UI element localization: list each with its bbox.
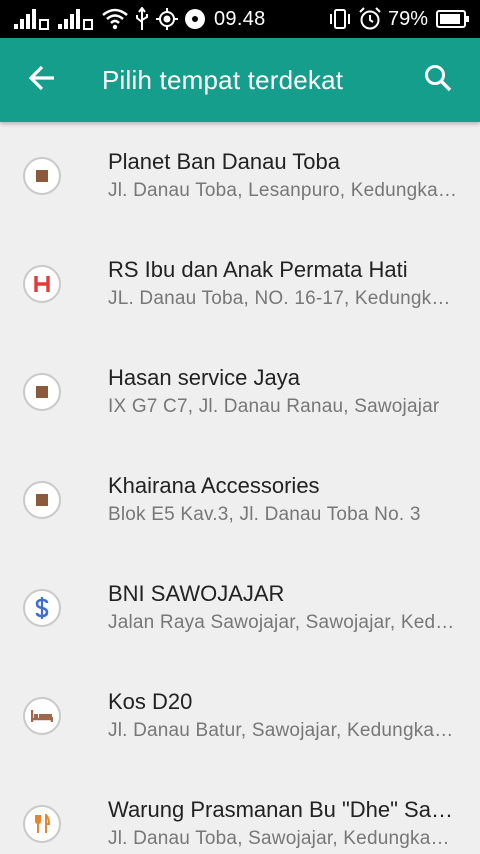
wifi-icon — [102, 8, 128, 30]
generic-place-icon — [23, 157, 61, 195]
lodging-icon — [23, 697, 61, 735]
app-bar: Pilih tempat terdekat — [0, 38, 480, 122]
place-address: IX G7 C7, Jl. Danau Ranau, Sawojajar — [108, 396, 440, 417]
place-title: BNI SAWOJAJAR — [108, 581, 285, 606]
arrow-left-icon — [28, 64, 56, 97]
search-icon — [423, 63, 453, 98]
list-item[interactable]: Khairana Accessories Blok E5 Kav.3, Jl. … — [0, 446, 480, 554]
list-item[interactable]: BNI SAWOJAJAR Jalan Raya Sawojajar, Sawo… — [0, 554, 480, 662]
location-icon — [156, 8, 178, 30]
battery-icon — [436, 10, 470, 28]
places-list: Planet Ban Danau Toba Jl. Danau Toba, Le… — [0, 122, 480, 854]
place-title: Planet Ban Danau Toba — [108, 149, 340, 174]
alarm-icon — [358, 7, 382, 31]
place-title: Warung Prasmanan Bu "Dhe" Sawojajar — [108, 797, 460, 822]
search-button[interactable] — [396, 38, 480, 122]
back-button[interactable] — [0, 38, 84, 122]
place-address: Jl. Danau Toba, Sawojajar, Kedungkandang — [108, 828, 460, 849]
signal-1-icon — [14, 8, 52, 30]
place-address: JL. Danau Toba, NO. 16-17, Kedungkandang — [108, 288, 460, 309]
generic-place-icon — [23, 373, 61, 411]
place-title: Kos D20 — [108, 689, 193, 714]
place-title: Khairana Accessories — [108, 473, 320, 498]
restaurant-icon — [23, 805, 61, 843]
list-item[interactable]: Kos D20 Jl. Danau Batur, Sawojajar, Kedu… — [0, 662, 480, 770]
bank-icon — [23, 589, 61, 627]
list-item[interactable]: Hasan service Jaya IX G7 C7, Jl. Danau R… — [0, 338, 480, 446]
status-bar-left: 09.48 — [14, 7, 266, 31]
sync-icon — [184, 8, 206, 30]
place-title: RS Ibu dan Anak Permata Hati — [108, 257, 408, 282]
place-address: Jalan Raya Sawojajar, Sawojajar, Kedungk… — [108, 612, 460, 633]
battery-percent: 79% — [387, 7, 428, 30]
place-address: Blok E5 Kav.3, Jl. Danau Toba No. 3 — [108, 504, 421, 525]
generic-place-icon — [23, 481, 61, 519]
vibrate-icon — [328, 8, 352, 30]
hospital-icon — [23, 265, 61, 303]
place-address: Jl. Danau Toba, Lesanpuro, Kedungkandang — [108, 180, 460, 201]
page-title: Pilih tempat terdekat — [102, 64, 344, 95]
list-item[interactable]: Planet Ban Danau Toba Jl. Danau Toba, Le… — [0, 122, 480, 230]
place-address: Jl. Danau Batur, Sawojajar, Kedungkandan… — [108, 720, 460, 741]
usb-icon — [134, 7, 150, 31]
place-title: Hasan service Jaya — [108, 365, 300, 390]
status-bar-right: 79% — [328, 7, 470, 31]
signal-2-icon — [58, 8, 96, 30]
status-bar: 09.48 79% — [0, 0, 480, 38]
list-item[interactable]: Warung Prasmanan Bu "Dhe" Sawojajar Jl. … — [0, 770, 480, 854]
list-item[interactable]: RS Ibu dan Anak Permata Hati JL. Danau T… — [0, 230, 480, 338]
status-time: 09.48 — [214, 7, 266, 30]
